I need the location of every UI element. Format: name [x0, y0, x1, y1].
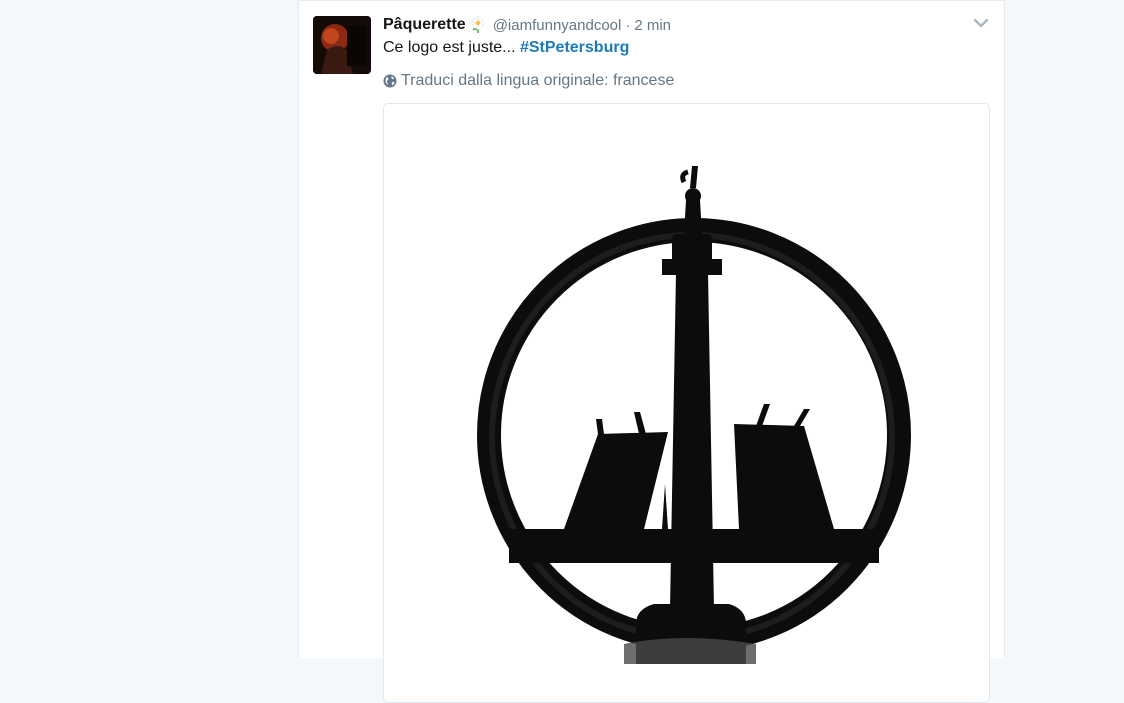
tweet-text-body: Ce logo est juste...: [383, 39, 516, 56]
st-petersburg-peace-logo: [477, 166, 911, 664]
timeline-column: Pâquerette @iamfunnyandcool · 2 min Ce l…: [298, 0, 1005, 703]
tweet-header: Pâquerette @iamfunnyandcool · 2 min: [383, 14, 671, 36]
separator: ·: [625, 16, 631, 34]
globe-icon: [383, 74, 397, 88]
daisy-flower-icon: [469, 16, 487, 34]
user-handle[interactable]: @iamfunnyandcool: [493, 17, 622, 34]
chevron-down-icon[interactable]: [972, 14, 990, 32]
divider: [299, 0, 1004, 1]
tweet-text: Ce logo est juste... #StPetersburg: [383, 39, 629, 57]
avatar[interactable]: [313, 16, 371, 74]
hashtag-link[interactable]: #StPetersburg: [520, 39, 629, 56]
translate-link[interactable]: Traduci dalla lingua originale: francese: [383, 72, 674, 90]
translate-label: Traduci dalla lingua originale: francese: [401, 72, 675, 89]
timestamp[interactable]: 2 min: [634, 17, 671, 34]
display-name[interactable]: Pâquerette: [383, 16, 466, 34]
tweet-image[interactable]: [383, 103, 990, 703]
